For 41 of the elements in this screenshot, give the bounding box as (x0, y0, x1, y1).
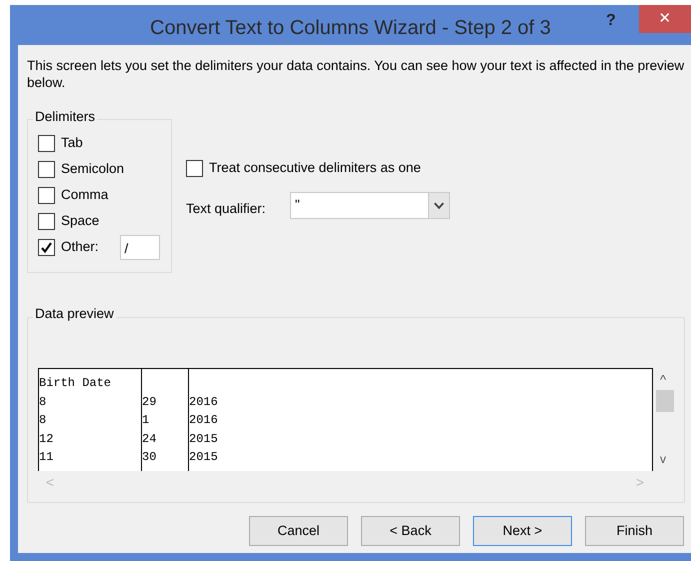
checkbox[interactable] (38, 134, 55, 152)
checkbox-label[interactable]: Treat consecutive delimiters as one (209, 158, 421, 178)
checkbox-label[interactable]: Semicolon (61, 158, 124, 180)
preview-cell-text: 2016 (189, 412, 218, 429)
description-text: This screen lets you set the delimiters your data contains. You can see how your text is affected in the preview below. (27, 57, 686, 91)
preview-cell-text: 30 (142, 449, 156, 466)
dialog-button[interactable]: Next > (473, 516, 572, 546)
preview-cell-text: 24 (142, 430, 156, 448)
window-title: Convert Text to Columns Wizard - Step 2 of 3 (150, 16, 551, 41)
preview-cell-text: 12 (39, 430, 54, 448)
preview-cell-text: 2015 (189, 430, 218, 448)
scrollbar-thumb[interactable] (656, 390, 674, 412)
dialog-button[interactable]: < Back (361, 516, 460, 546)
text-qualifier-dropdown[interactable]: " (290, 192, 450, 219)
close-button[interactable]: ✕ (639, 5, 691, 33)
other-delimiter-field[interactable]: / (120, 234, 160, 260)
checkbox[interactable] (186, 160, 203, 177)
checkbox[interactable] (38, 212, 55, 230)
checkbox[interactable] (38, 238, 55, 256)
dialog-button[interactable]: Finish (585, 516, 684, 546)
preview-cell-text: 1 (142, 412, 150, 429)
preview-cell-text: 8 (39, 412, 46, 429)
checkmark-icon (40, 240, 53, 254)
checkbox-label[interactable]: Space (61, 210, 100, 232)
checkbox-label[interactable]: Comma (61, 184, 108, 206)
dialog-button[interactable]: Cancel (249, 516, 348, 546)
preview-cell-text: Birth Date (39, 375, 112, 392)
help-button[interactable]: ? (606, 9, 616, 33)
preview-cell-text: 29 (142, 394, 156, 410)
preview-cell-text: 2015 (189, 449, 218, 466)
checkbox-label[interactable]: Other: (61, 236, 99, 258)
checkbox[interactable] (38, 186, 55, 204)
checkbox-label[interactable]: Tab (61, 132, 83, 154)
scroll-up-button[interactable]: ^ (656, 370, 670, 390)
checkbox[interactable] (38, 160, 55, 178)
chevron-down-icon (428, 193, 449, 218)
text-qualifier-label: Text qualifier: (186, 200, 266, 218)
preview-cell-text: 2016 (189, 394, 218, 410)
preview-cell-text: 11 (39, 449, 54, 466)
preview-cell-text: 8 (39, 394, 46, 410)
scroll-down-button[interactable]: v (656, 450, 670, 468)
